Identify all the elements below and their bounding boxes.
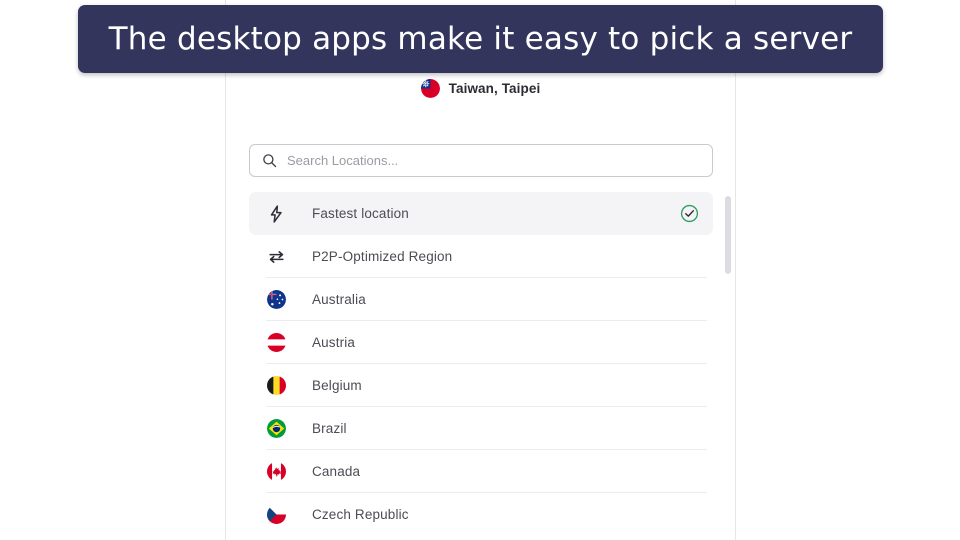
australia-flag-icon — [266, 290, 286, 310]
search-box[interactable] — [249, 144, 713, 177]
list-item-label: Canada — [312, 464, 361, 479]
list-item-label: Austria — [312, 335, 356, 350]
list-item-label: Brazil — [312, 421, 347, 436]
location-list: Fastest location P2P-Optimized Region Au… — [249, 192, 727, 540]
scrollbar-thumb[interactable] — [725, 196, 731, 274]
taiwan-flag-icon — [420, 79, 440, 98]
list-item-brazil[interactable]: Brazil — [249, 407, 713, 450]
list-item-belgium[interactable]: Belgium — [249, 364, 713, 407]
list-item-label: P2P-Optimized Region — [312, 249, 453, 264]
list-item-czech-republic[interactable]: Czech Republic — [249, 493, 713, 536]
current-location-label: Taiwan, Taipei — [448, 81, 541, 96]
list-item-australia[interactable]: Australia — [249, 278, 713, 321]
annotation-banner: The desktop apps make it easy to pick a … — [78, 5, 883, 73]
exchange-arrows-icon — [266, 247, 286, 267]
list-item-label: Australia — [312, 292, 366, 307]
list-item-label: Fastest location — [312, 206, 409, 221]
list-item-austria[interactable]: Austria — [249, 321, 713, 364]
list-item-label: Belgium — [312, 378, 362, 393]
lightning-bolt-icon — [266, 204, 286, 224]
current-location-header: Taiwan, Taipei — [226, 79, 735, 98]
belgium-flag-icon — [266, 376, 286, 396]
canada-flag-icon — [266, 462, 286, 482]
search-input[interactable] — [287, 153, 667, 168]
list-item-label: Czech Republic — [312, 507, 409, 522]
vpn-location-panel: Taiwan, Taipei Fastest location — [225, 0, 736, 540]
czech-republic-flag-icon — [266, 505, 286, 525]
brazil-flag-icon — [266, 419, 286, 439]
check-circle-icon — [679, 204, 699, 224]
search-icon — [262, 153, 277, 168]
list-item-p2p-optimized-region[interactable]: P2P-Optimized Region — [249, 235, 713, 278]
austria-flag-icon — [266, 333, 286, 353]
list-item-canada[interactable]: Canada — [249, 450, 713, 493]
list-item-fastest-location[interactable]: Fastest location — [249, 192, 713, 235]
scrollbar-track[interactable] — [725, 192, 731, 540]
annotation-banner-text: The desktop apps make it easy to pick a … — [108, 21, 853, 57]
